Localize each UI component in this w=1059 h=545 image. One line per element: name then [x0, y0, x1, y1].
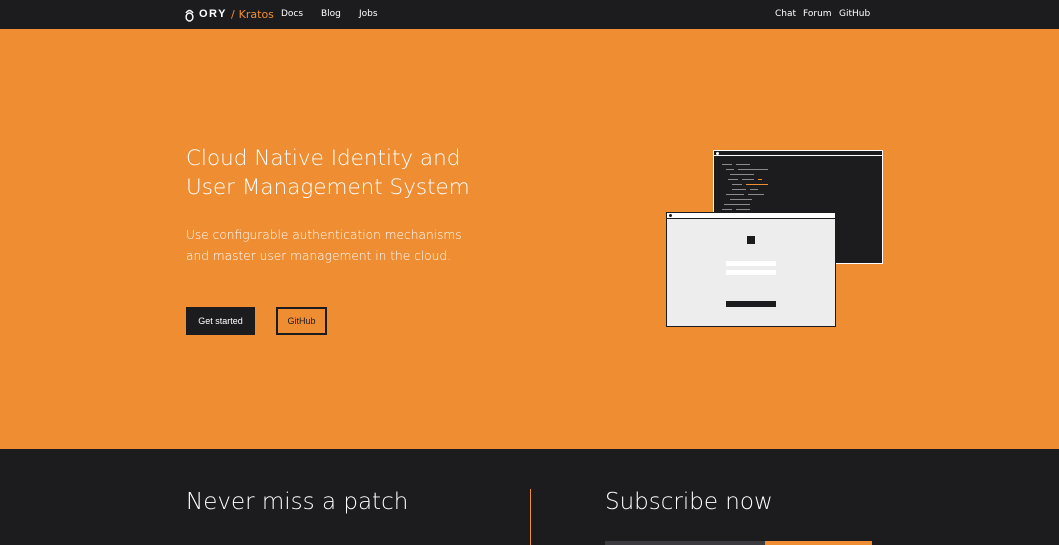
code-line: [728, 179, 738, 180]
nav-link-chat[interactable]: Chat: [775, 9, 796, 19]
code-line-highlight: [758, 179, 762, 180]
nav-link-blog[interactable]: Blog: [321, 9, 341, 19]
code-line: [736, 164, 750, 165]
window-dot-icon: [716, 152, 719, 155]
logo-separator: /: [230, 7, 235, 21]
code-line: [726, 169, 734, 170]
code-line: [722, 164, 732, 165]
code-line: [730, 199, 752, 200]
ory-kratos-logo[interactable]: ORY / Kratos: [185, 6, 274, 22]
login-field-illustration: [726, 270, 776, 275]
nav-link-docs[interactable]: Docs: [281, 9, 303, 19]
nav-link-forum[interactable]: Forum: [803, 9, 832, 19]
login-avatar-illustration: [747, 236, 755, 244]
nav-link-jobs[interactable]: Jobs: [359, 9, 378, 19]
window-dot-icon: [669, 214, 672, 217]
login-field-illustration: [726, 261, 776, 266]
newsletter-section: Never miss a patch Subscribe now: [0, 449, 1059, 545]
logo-product-text: Kratos: [238, 7, 274, 21]
section-divider: [530, 489, 531, 545]
logo-brand-text: ORY: [199, 8, 227, 20]
nav-link-github[interactable]: GitHub: [839, 9, 870, 19]
terminal-window-titlebar: [714, 151, 882, 156]
login-button-illustration: [726, 301, 776, 307]
hero-section: Cloud Native Identity and User Managemen…: [0, 29, 1059, 449]
code-line: [748, 194, 764, 195]
subscribe-email-input[interactable]: [605, 541, 765, 545]
get-started-button[interactable]: Get started: [186, 307, 255, 335]
hero-title: Cloud Native Identity and User Managemen…: [186, 146, 470, 200]
login-window-illustration: [666, 212, 836, 327]
code-line: [732, 189, 746, 190]
ory-logo-icon: [185, 9, 194, 22]
never-miss-patch-title: Never miss a patch: [186, 489, 409, 515]
code-line: [726, 194, 744, 195]
code-line: [724, 204, 750, 205]
code-line: [738, 169, 768, 170]
code-line: [736, 209, 750, 210]
subscribe-title: Subscribe now: [605, 489, 773, 515]
code-line: [750, 189, 758, 190]
code-line: [722, 209, 732, 210]
code-line-highlight: [746, 184, 768, 185]
code-line: [730, 174, 754, 175]
subscribe-button[interactable]: [765, 541, 872, 545]
github-button[interactable]: GitHub: [276, 307, 327, 335]
code-line: [732, 184, 742, 185]
login-window-titlebar: [667, 213, 835, 219]
top-navigation: ORY / Kratos Docs Blog Jobs Chat Forum G…: [0, 0, 1059, 29]
hero-subtitle: Use configurable authentication mechanis…: [186, 228, 462, 263]
code-line: [742, 179, 754, 180]
